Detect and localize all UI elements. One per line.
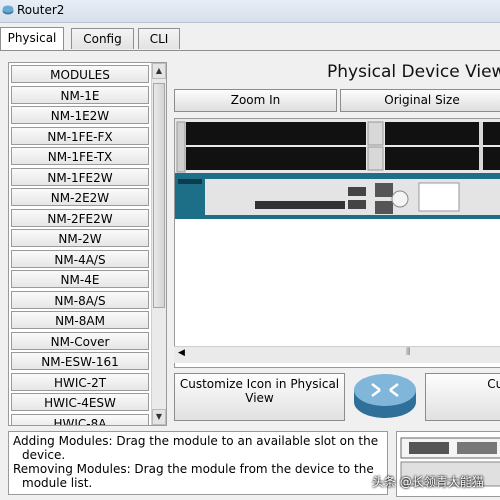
- scroll-left-icon[interactable]: ◀: [178, 348, 185, 358]
- router-app-icon: [2, 5, 14, 15]
- module-item[interactable]: HWIC-4ESW: [11, 393, 149, 411]
- module-item[interactable]: HWIC-2T: [11, 373, 149, 391]
- module-item[interactable]: NM-8AM: [11, 311, 149, 329]
- view-hscrollbar[interactable]: ◀ ⦀: [174, 346, 500, 363]
- tab-physical[interactable]: Physical: [0, 27, 64, 50]
- module-item[interactable]: NM-1FE-TX: [11, 147, 149, 165]
- module-item[interactable]: NM-2W: [11, 229, 149, 247]
- info-removing: Removing Modules: Drag the module from t…: [13, 462, 374, 490]
- scroll-grip-icon[interactable]: ⦀: [406, 347, 410, 358]
- zoom-in-button[interactable]: Zoom In: [174, 89, 337, 112]
- window-title: Router2: [17, 3, 65, 17]
- original-size-button[interactable]: Original Size: [340, 89, 500, 112]
- scroll-up-icon[interactable]: ▲: [152, 63, 166, 79]
- module-item[interactable]: NM-2FE2W: [11, 209, 149, 227]
- module-item[interactable]: NM-Cover: [11, 332, 149, 350]
- module-item[interactable]: NM-1E2W: [11, 106, 149, 124]
- info-adding: Adding Modules: Drag the module to an av…: [13, 434, 379, 462]
- module-item[interactable]: HWIC-8A: [11, 414, 149, 425]
- module-item[interactable]: NM-1E: [11, 86, 149, 104]
- module-list: MODULES NM-1E NM-1E2W NM-1FE-FX NM-1FE-T…: [8, 62, 167, 426]
- tab-cli[interactable]: CLI: [138, 28, 180, 49]
- customize-logical-button[interactable]: Customize Icon in Logical View: [425, 373, 500, 421]
- tab-bar: Physical Config CLI: [0, 27, 500, 51]
- view-heading: Physical Device View: [327, 62, 500, 82]
- tab-config[interactable]: Config: [71, 28, 134, 49]
- module-item[interactable]: NM-1FE2W: [11, 168, 149, 186]
- module-info-box: Adding Modules: Drag the module to an av…: [8, 431, 388, 495]
- module-item[interactable]: NM-8A/S: [11, 291, 149, 309]
- watermark: 头条 @长领青大能猫: [372, 475, 484, 489]
- module-item[interactable]: NM-4A/S: [11, 250, 149, 268]
- physical-device-view: [174, 118, 500, 368]
- router-icon: [354, 374, 416, 418]
- module-list-header: MODULES: [11, 65, 149, 83]
- scroll-thumb[interactable]: [153, 83, 165, 308]
- module-item[interactable]: NM-4E: [11, 270, 149, 288]
- router-chassis: [175, 119, 500, 367]
- module-item[interactable]: NM-2E2W: [11, 188, 149, 206]
- module-item[interactable]: NM-1FE-FX: [11, 127, 149, 145]
- scroll-down-icon[interactable]: ▼: [152, 409, 166, 425]
- module-item[interactable]: NM-ESW-161: [11, 352, 149, 370]
- module-list-scrollbar[interactable]: ▲ ▼: [151, 63, 166, 425]
- customize-physical-button[interactable]: Customize Icon in Physical View: [174, 373, 345, 421]
- title-bar: Router2: [0, 0, 500, 23]
- customize-logical-label: Customize Icon in Logical View: [487, 377, 500, 391]
